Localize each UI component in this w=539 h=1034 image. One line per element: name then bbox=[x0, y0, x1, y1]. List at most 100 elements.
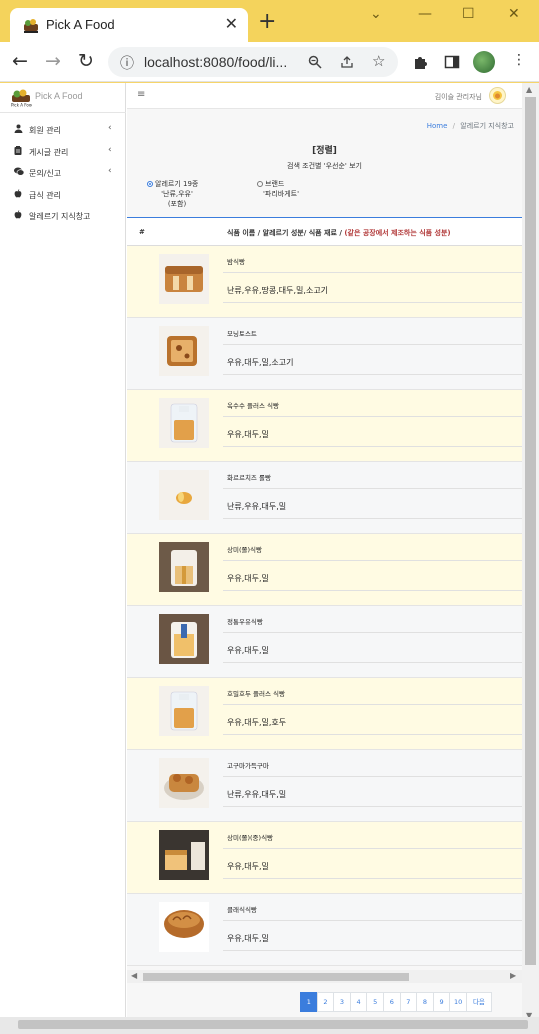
sidebar-item-meals[interactable]: 급식 관리 bbox=[0, 184, 126, 206]
food-thumbnail[interactable] bbox=[159, 542, 209, 592]
sort-option-allergy[interactable]: 알레르기 19종 '난류,우유' (포함) bbox=[147, 179, 207, 209]
scroll-up-arrow-icon[interactable]: ▲ bbox=[526, 85, 532, 94]
food-thumbnail[interactable] bbox=[159, 686, 209, 736]
breadcrumb-home-link[interactable]: Home bbox=[427, 122, 448, 130]
browser-tab[interactable]: Pick A Food ✕ bbox=[10, 8, 248, 42]
food-thumbnail[interactable] bbox=[159, 830, 209, 880]
page-button[interactable]: 6 bbox=[382, 992, 401, 1012]
bottom-scroll-thumb[interactable] bbox=[18, 1020, 528, 1029]
zoom-icon[interactable] bbox=[308, 55, 322, 69]
vertical-scrollbar[interactable]: ▲ ▼ bbox=[522, 83, 539, 1023]
sidebar-item-label: 게시글 관리 bbox=[29, 147, 69, 157]
sort-option-brand[interactable]: 브랜드 '파리바게트' bbox=[253, 179, 309, 199]
table-row[interactable]: 상미(쫄)식빵 우유,대두,밀 bbox=[127, 534, 522, 606]
page-button[interactable]: 9 bbox=[432, 992, 451, 1012]
sidebar-item-allergy-knowledge[interactable]: 알레르기 지식창고 bbox=[0, 205, 126, 227]
scroll-right-arrow-icon[interactable]: ▶ bbox=[510, 971, 516, 980]
horizontal-scrollbar[interactable]: ◀ ▶ bbox=[127, 970, 522, 983]
food-ingredients: 우유,대두,밀 bbox=[227, 646, 269, 655]
page-button[interactable]: 5 bbox=[366, 992, 384, 1012]
scroll-left-arrow-icon[interactable]: ◀ bbox=[131, 971, 137, 980]
table-row[interactable]: 호밀호두 플러스 식빵우유,대두,밀,호두 bbox=[127, 678, 522, 750]
sidebar-item-members[interactable]: 회원 관리 ‹ bbox=[0, 119, 126, 141]
page-button[interactable]: 10 bbox=[449, 992, 467, 1012]
food-name[interactable]: 모닝토스트 bbox=[227, 328, 257, 338]
table-row[interactable]: 모닝토스트우유,대두,밀,소고기 bbox=[127, 318, 522, 390]
table-row[interactable]: 화르르치즈 롤빵 난류,우유,대두,밀 bbox=[127, 462, 522, 534]
option-label: 브랜드 bbox=[265, 180, 285, 188]
share-icon[interactable] bbox=[340, 55, 354, 69]
minimize-window-button[interactable]: — bbox=[418, 6, 432, 22]
table-row[interactable]: 밤식빵 난류,우유,땅콩,대두,밀,소고기 bbox=[127, 246, 522, 318]
sidebar-item-posts[interactable]: 게시글 관리 ‹ bbox=[0, 141, 126, 163]
food-name[interactable]: 화르르치즈 롤빵 bbox=[227, 472, 271, 482]
food-ingredients: 우유,대두,밀 bbox=[227, 862, 269, 871]
food-name[interactable]: 밤식빵 bbox=[227, 256, 245, 266]
food-name[interactable]: 고구마가득구마 bbox=[227, 760, 269, 770]
food-name[interactable]: 옥수수 플러스 식빵 bbox=[227, 400, 279, 410]
apple-icon bbox=[14, 188, 22, 201]
page-bottom-scrollbar[interactable] bbox=[0, 1017, 539, 1034]
brand[interactable]: Pick A Food Pick A Food bbox=[0, 83, 126, 113]
maximize-window-button[interactable]: ☐ bbox=[462, 6, 475, 22]
food-thumbnail[interactable] bbox=[159, 614, 209, 664]
radio-checked-icon[interactable] bbox=[147, 181, 153, 187]
next-page-button[interactable]: 다음 bbox=[465, 992, 492, 1012]
option-detail: '난류,우유' bbox=[161, 190, 193, 198]
food-name[interactable]: 클래식식빵 bbox=[227, 904, 257, 914]
user-avatar[interactable] bbox=[489, 87, 506, 104]
table-row[interactable]: 상미(쫄)(중)식빵우유,대두,밀 bbox=[127, 822, 522, 894]
address-bar[interactable]: ⓘ localhost:8080/food/li... ☆ bbox=[108, 47, 398, 77]
food-thumbnail[interactable] bbox=[159, 398, 209, 448]
browser-tab-strip: Pick A Food ✕ + ⌄ — ☐ ✕ bbox=[0, 0, 539, 42]
vertical-scroll-thumb[interactable] bbox=[525, 97, 536, 965]
more-menu-icon[interactable]: ⋮ bbox=[512, 52, 526, 68]
tab-search-icon[interactable]: ⌄ bbox=[370, 6, 382, 22]
food-ingredients: 우유,대두,밀,호두 bbox=[227, 718, 287, 727]
forward-arrow-icon[interactable]: → bbox=[45, 50, 61, 72]
site-info-icon[interactable]: ⓘ bbox=[120, 53, 134, 73]
food-thumbnail[interactable] bbox=[159, 758, 209, 808]
side-panel-icon[interactable] bbox=[444, 54, 460, 70]
page-button[interactable]: 7 bbox=[399, 992, 418, 1012]
page-button[interactable]: 4 bbox=[349, 992, 368, 1012]
food-ingredients: 난류,우유,대두,밀 bbox=[227, 790, 287, 799]
page-button[interactable]: 3 bbox=[333, 992, 351, 1012]
profile-avatar[interactable] bbox=[473, 51, 495, 73]
food-name[interactable]: 상미(쫄)(중)식빵 bbox=[227, 832, 273, 842]
page-button[interactable]: 8 bbox=[416, 992, 434, 1012]
page-button[interactable]: 2 bbox=[316, 992, 335, 1012]
food-ingredients: 우유,대두,밀,소고기 bbox=[227, 358, 294, 367]
page-button[interactable]: 1 bbox=[300, 992, 318, 1012]
url-text: localhost:8080/food/li... bbox=[144, 54, 288, 70]
food-thumbnail[interactable] bbox=[159, 902, 209, 952]
table-row[interactable]: 클래식식빵 우유,대두,밀 bbox=[127, 894, 522, 966]
user-name[interactable]: 김이슬 관리자님 bbox=[435, 92, 482, 102]
chevron-left-icon: ‹ bbox=[108, 123, 112, 133]
close-tab-icon[interactable]: ✕ bbox=[225, 14, 238, 33]
sidebar-item-label: 급식 관리 bbox=[29, 190, 61, 200]
apple-icon bbox=[14, 210, 22, 222]
back-arrow-icon[interactable]: ← bbox=[12, 50, 28, 72]
food-name[interactable]: 상미(쫄)식빵 bbox=[227, 544, 262, 554]
food-thumbnail[interactable] bbox=[159, 254, 209, 304]
row-divider bbox=[223, 704, 522, 705]
reload-icon[interactable]: ↻ bbox=[78, 50, 94, 72]
radio-unchecked-icon[interactable] bbox=[257, 181, 263, 187]
horizontal-scroll-thumb[interactable] bbox=[143, 973, 409, 981]
food-thumbnail[interactable] bbox=[159, 326, 209, 376]
sidebar-item-label: 문의/신고 bbox=[29, 169, 62, 178]
sidebar-toggle-icon[interactable]: ≡ bbox=[137, 89, 145, 100]
close-window-button[interactable]: ✕ bbox=[508, 6, 520, 22]
extensions-icon[interactable] bbox=[412, 54, 428, 70]
table-row[interactable]: 고구마가득구마난류,우유,대두,밀 bbox=[127, 750, 522, 822]
food-thumbnail[interactable] bbox=[159, 470, 209, 520]
table-row[interactable]: 옥수수 플러스 식빵 우유,대두,밀 bbox=[127, 390, 522, 462]
food-name[interactable]: 호밀호두 플러스 식빵 bbox=[227, 688, 285, 698]
row-divider bbox=[223, 662, 522, 663]
new-tab-button[interactable]: + bbox=[258, 11, 276, 33]
food-name[interactable]: 정통우유식빵 bbox=[227, 616, 263, 626]
bookmark-star-icon[interactable]: ☆ bbox=[372, 52, 385, 70]
sidebar-item-inquiries[interactable]: 문의/신고 ‹ bbox=[0, 162, 126, 184]
table-row[interactable]: 정통우유식빵우유,대두,밀 bbox=[127, 606, 522, 678]
